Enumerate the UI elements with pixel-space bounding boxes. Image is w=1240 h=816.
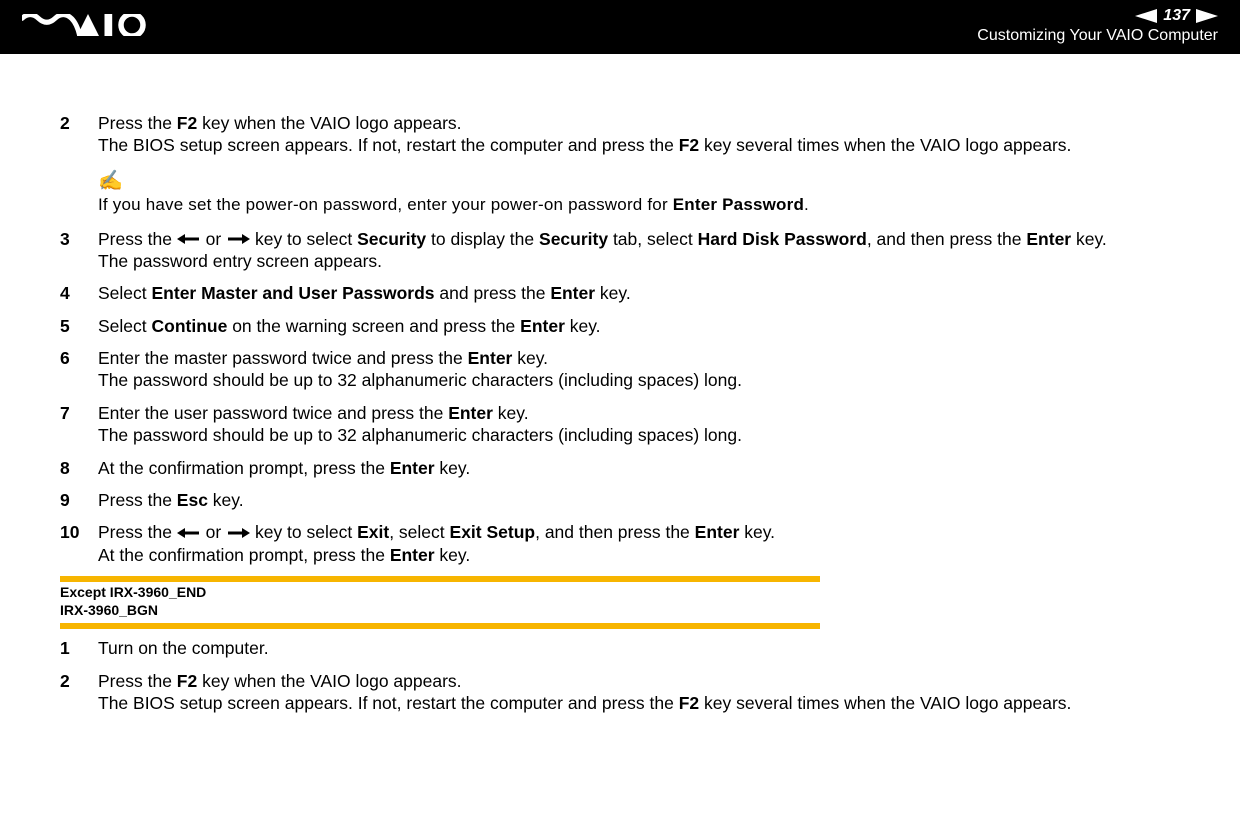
step-item: 5 Select Continue on the warning screen … — [60, 315, 1180, 337]
page-header: 137 Customizing Your VAIO Computer — [0, 0, 1240, 54]
step-item: 6 Enter the master password twice and pr… — [60, 347, 1180, 392]
step-number: 6 — [60, 347, 70, 369]
step-number: 2 — [60, 670, 70, 692]
step-item: 4 Select Enter Master and User Passwords… — [60, 282, 1180, 304]
step-text: Press the F2 key when the VAIO logo appe… — [98, 113, 1071, 155]
step-number: 8 — [60, 457, 70, 479]
marker-line2: IRX-3960_BGN — [60, 602, 158, 618]
step-text: Enter the user password twice and press … — [98, 403, 742, 445]
section-title: Customizing Your VAIO Computer — [977, 27, 1218, 45]
step-item: 2 Press the F2 key when the VAIO logo ap… — [60, 112, 1180, 157]
nav-next-icon[interactable] — [1196, 9, 1218, 23]
step-text: Press the F2 key when the VAIO logo appe… — [98, 671, 1071, 713]
step-number: 9 — [60, 489, 70, 511]
step-item: 2 Press the F2 key when the VAIO logo ap… — [60, 670, 1180, 715]
vaio-logo — [22, 14, 154, 41]
header-right: 137 Customizing Your VAIO Computer — [977, 7, 1218, 45]
step-text: Press the or key to select Exit, select … — [98, 522, 775, 564]
page-content: 2 Press the F2 key when the VAIO logo ap… — [0, 54, 1240, 714]
step-text: Press the or key to select Security to d… — [98, 229, 1107, 271]
step-number: 3 — [60, 228, 70, 250]
arrow-left-icon — [177, 522, 201, 542]
step-item: 8 At the confirmation prompt, press the … — [60, 457, 1180, 479]
step-text: Turn on the computer. — [98, 638, 269, 658]
page-number: 137 — [1163, 7, 1190, 25]
step-item: 7 Enter the user password twice and pres… — [60, 402, 1180, 447]
step-item: 10 Press the or key to select Exit, sele… — [60, 521, 1180, 566]
step-text: Enter the master password twice and pres… — [98, 348, 742, 390]
note-icon: ✍ — [98, 171, 1180, 191]
arrow-right-icon — [226, 522, 250, 542]
yellow-divider-bottom — [60, 623, 820, 629]
step-number: 10 — [60, 521, 79, 543]
step-item: 9 Press the Esc key. — [60, 489, 1180, 511]
step-text: At the confirmation prompt, press the En… — [98, 458, 470, 478]
nav-prev-icon[interactable] — [1135, 9, 1157, 23]
page-number-row: 137 — [1135, 7, 1218, 25]
step-number: 1 — [60, 637, 70, 659]
note-text: If you have set the power-on password, e… — [98, 195, 809, 214]
step-item: 3 Press the or key to select Security to… — [60, 228, 1180, 273]
steps-list-2: 1 Turn on the computer. 2 Press the F2 ke… — [60, 637, 1180, 714]
note: ✍ If you have set the power-on password,… — [98, 171, 1180, 216]
step-number: 5 — [60, 315, 70, 337]
step-text: Select Continue on the warning screen an… — [98, 316, 601, 336]
yellow-divider-top — [60, 576, 820, 582]
step-text: Press the Esc key. — [98, 490, 244, 510]
step-text: Select Enter Master and User Passwords a… — [98, 283, 631, 303]
step-number: 2 — [60, 112, 70, 134]
section-marker: Except IRX-3960_END IRX-3960_BGN — [60, 576, 1180, 629]
step-item: 1 Turn on the computer. — [60, 637, 1180, 659]
arrow-right-icon — [226, 229, 250, 249]
marker-line1: Except IRX-3960_END — [60, 584, 206, 600]
step-number: 7 — [60, 402, 70, 424]
step-number: 4 — [60, 282, 70, 304]
steps-list-1: 2 Press the F2 key when the VAIO logo ap… — [60, 112, 1180, 566]
arrow-left-icon — [177, 229, 201, 249]
